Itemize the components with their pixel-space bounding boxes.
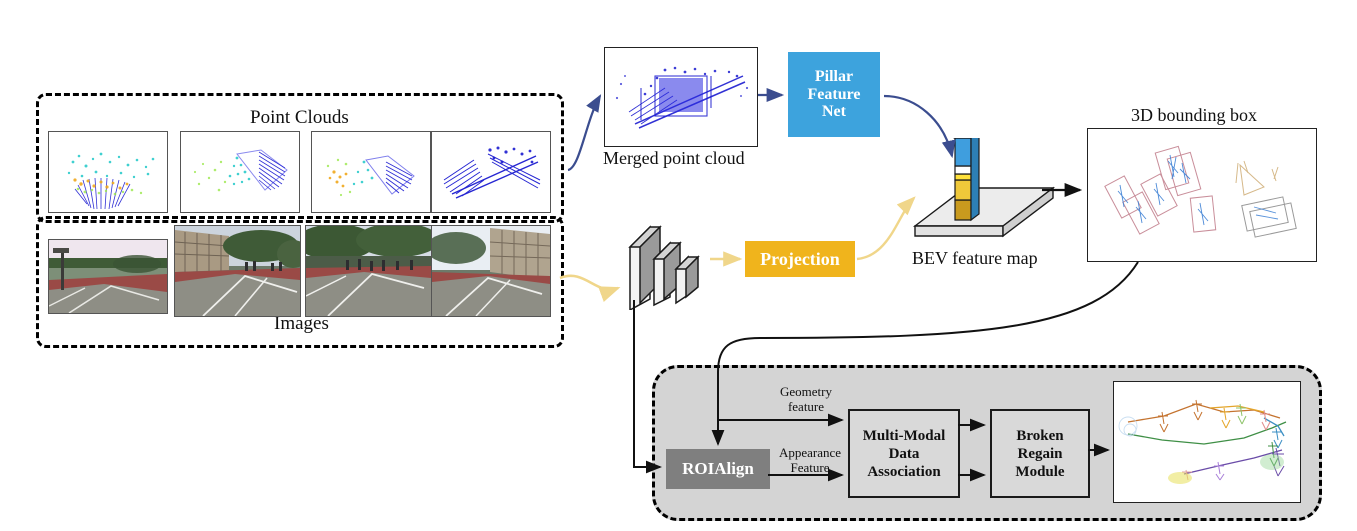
point-cloud-thumb-4 [431, 131, 551, 213]
pillar-net-line-1: Pillar [814, 67, 854, 85]
appearance-feature-line-1: Appearance [778, 445, 842, 460]
geometry-feature-line-1: Geometry [780, 384, 832, 399]
bev-feature-map-label: BEV feature map [912, 248, 1038, 268]
brm-line-2: Regain [1017, 445, 1063, 462]
broken-regain-module-box[interactable]: Broken Regain Module [990, 409, 1090, 498]
geometry-feature-line-2: feature [787, 398, 825, 414]
mmda-line-2: Data [888, 445, 920, 462]
geometry-feature-label: Geometry feature [768, 384, 844, 415]
figure-canvas: Point Clouds Images Merged point cloud P… [0, 0, 1357, 531]
camera-image-thumb-2 [174, 225, 301, 317]
merged-point-cloud-panel [604, 47, 758, 147]
appearance-feature-line-2: Feature [790, 459, 830, 475]
pillar-net-line-2: Feature [807, 85, 861, 103]
merged-point-cloud-label: Merged point cloud [603, 148, 745, 168]
arrow-images-to-cnn [559, 274, 621, 303]
point-cloud-thumb-2 [180, 131, 300, 213]
camera-image-thumb-1 [48, 239, 168, 314]
brm-line-3: Module [1015, 463, 1065, 480]
projection-label: Projection [760, 248, 840, 269]
arrow-pointclouds-to-merged [567, 94, 602, 172]
mmda-line-3: Association [867, 463, 941, 480]
bbox-title: 3D bounding box [1131, 105, 1257, 125]
mmda-line-1: Multi-Modal [862, 427, 946, 444]
pillar-feature-net-box[interactable]: Pillar Feature Net [788, 52, 880, 137]
appearance-feature-label: Appearance Feature [768, 445, 852, 476]
bounding-box-panel [1087, 128, 1317, 262]
brm-line-1: Broken [1016, 427, 1064, 444]
roialign-label: ROIAlign [682, 458, 754, 478]
bev-feature-map-graphic [905, 130, 1065, 248]
roialign-box[interactable]: ROIAlign [666, 449, 770, 489]
projection-box[interactable]: Projection [745, 241, 855, 277]
tracking-result-panel [1113, 381, 1301, 503]
pillar-net-line-3: Net [822, 103, 846, 121]
point-clouds-label: Point Clouds [250, 107, 349, 128]
point-cloud-thumb-3 [311, 131, 431, 213]
point-cloud-thumb-1 [48, 131, 168, 213]
camera-image-thumb-4 [431, 225, 551, 317]
camera-image-thumb-3 [305, 225, 432, 317]
multi-modal-data-association-box[interactable]: Multi-Modal Data Association [848, 409, 960, 498]
cnn-backbone-graphic [622, 205, 732, 312]
